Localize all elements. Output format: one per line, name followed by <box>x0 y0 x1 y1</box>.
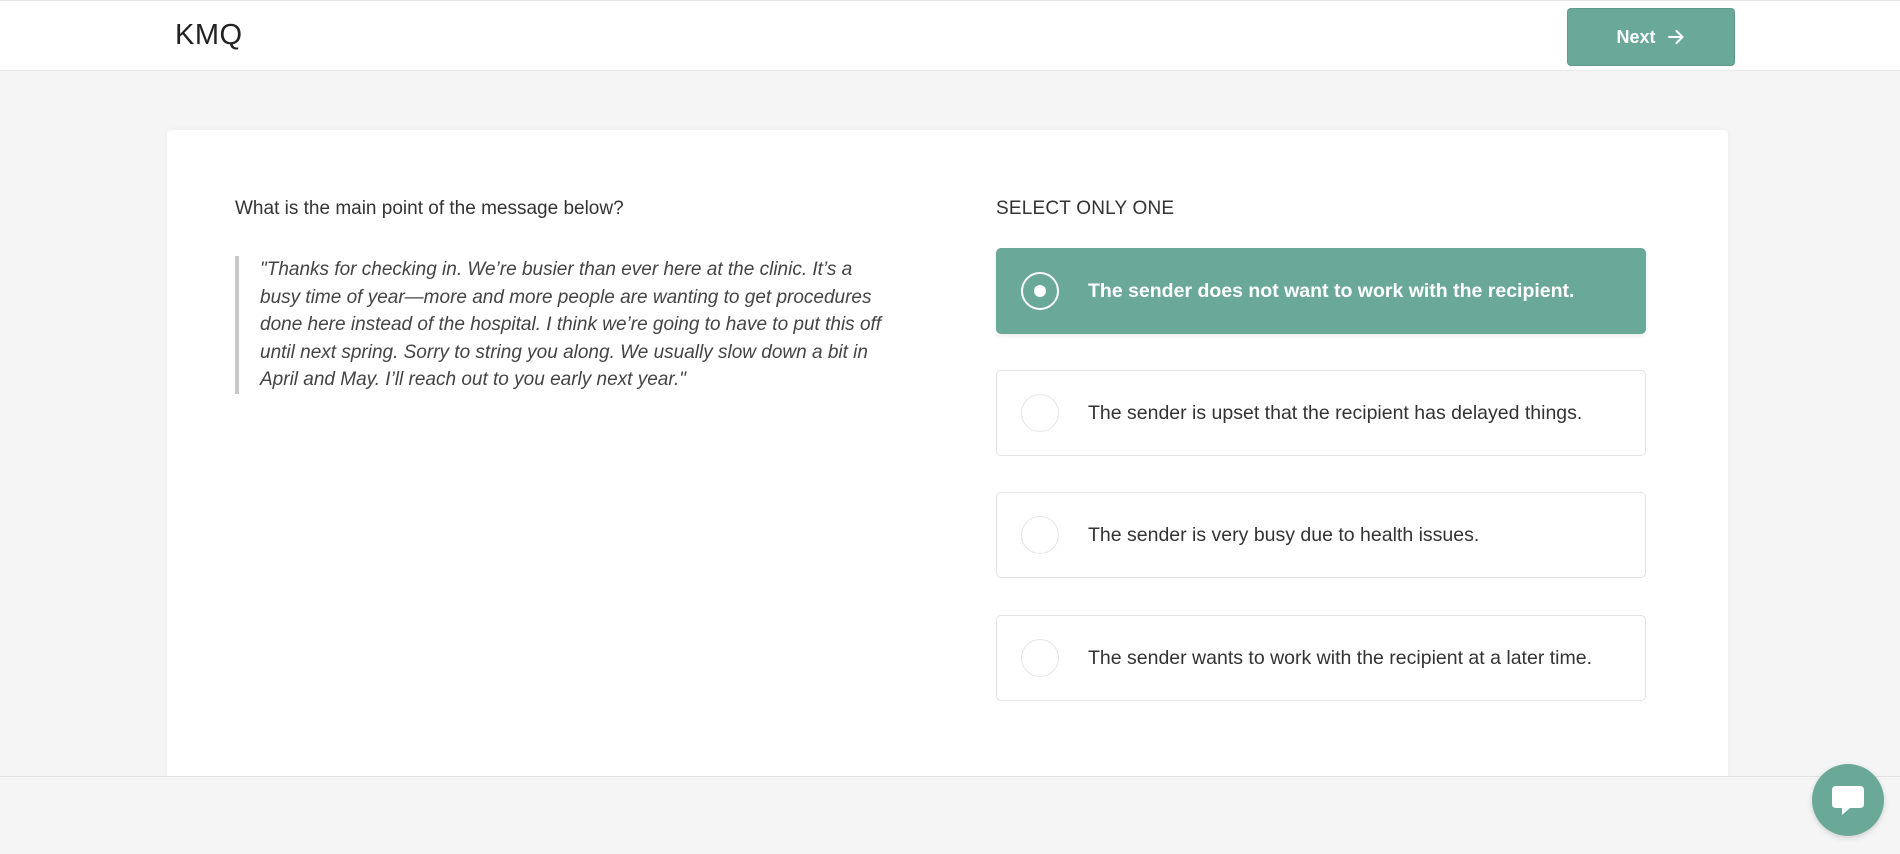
message-quote: "Thanks for checking in. We’re busier th… <box>235 256 885 394</box>
arrow-right-icon <box>1667 30 1683 44</box>
answer-option-4[interactable]: The sender wants to work with the recipi… <box>996 615 1646 701</box>
answer-option-2[interactable]: The sender is upset that the recipient h… <box>996 370 1646 456</box>
footer-bar <box>0 776 1900 854</box>
chat-bubble-icon <box>1832 786 1864 815</box>
next-button-label: Next <box>1616 26 1656 47</box>
answer-option-1[interactable]: The sender does not want to work with th… <box>996 248 1646 334</box>
select-instruction: SELECT ONLY ONE <box>996 198 1175 219</box>
radio-button[interactable] <box>1021 394 1059 432</box>
answer-option-label: The sender wants to work with the recipi… <box>1088 646 1592 669</box>
next-button[interactable]: Next <box>1567 8 1735 66</box>
answer-option-3[interactable]: The sender is very busy due to health is… <box>996 492 1646 578</box>
radio-button[interactable] <box>1021 516 1059 554</box>
answer-option-label: The sender is upset that the recipient h… <box>1088 401 1583 424</box>
radio-button[interactable] <box>1021 639 1059 677</box>
answer-option-label: The sender is very busy due to health is… <box>1088 523 1480 546</box>
radio-button-checked[interactable] <box>1021 272 1059 310</box>
question-prompt: What is the main point of the message be… <box>235 198 624 219</box>
brand-logo: KMQ <box>175 19 243 51</box>
chat-launcher-button[interactable] <box>1812 764 1884 836</box>
top-bar: KMQ Next <box>0 0 1900 71</box>
answer-option-label: The sender does not want to work with th… <box>1088 279 1575 302</box>
